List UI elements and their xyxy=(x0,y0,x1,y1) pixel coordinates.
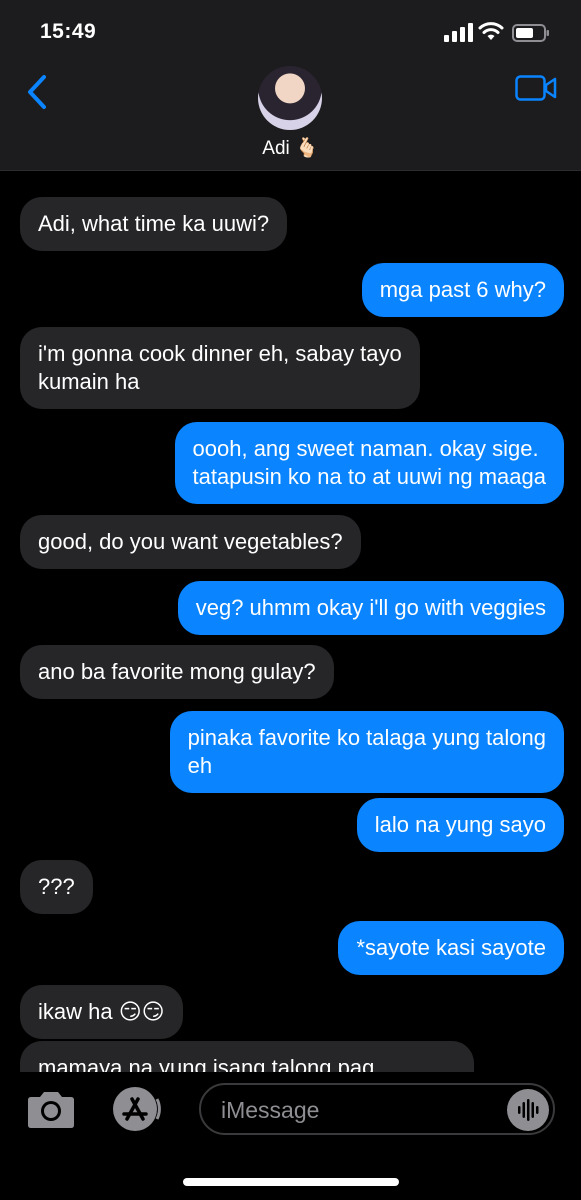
message-outgoing[interactable]: *sayote kasi sayote xyxy=(338,921,569,975)
camera-icon[interactable] xyxy=(24,1090,78,1130)
message-incoming[interactable]: good, do you want vegetables? xyxy=(15,515,361,569)
message-incoming[interactable]: Adi, what time ka uuwi? xyxy=(14,197,288,251)
message-outgoing[interactable]: lalo na yung sayo xyxy=(356,798,570,852)
contact-avatar[interactable] xyxy=(258,66,322,130)
message-incoming[interactable]: ano ba favorite mong gulay? xyxy=(15,645,334,699)
audio-message-button[interactable] xyxy=(507,1089,549,1131)
message-outgoing[interactable]: mga past 6 why? xyxy=(361,263,570,317)
imessage-field[interactable] xyxy=(199,1083,555,1135)
message-incoming[interactable]: ikaw ha 😏😏 xyxy=(15,985,183,1039)
message-incoming[interactable]: mamaya na yung isang talong pag xyxy=(20,1041,474,1072)
waveform-icon xyxy=(518,1099,539,1121)
message-incoming[interactable]: i'm gonna cook dinner eh, sabay tayo kum… xyxy=(15,327,420,409)
message-outgoing[interactable]: oooh, ang sweet naman. okay sige. tatapu… xyxy=(174,422,570,504)
message-outgoing[interactable]: pinaka favorite ko talaga yung talong eh xyxy=(169,711,570,793)
message-outgoing[interactable]: veg? uhmm okay i'll go with veggies xyxy=(177,581,570,635)
wifi-icon xyxy=(478,22,504,40)
message-thread[interactable]: Adi, what time ka uuwi? mga past 6 why? … xyxy=(0,172,581,1072)
home-indicator[interactable] xyxy=(183,1178,399,1186)
conversation-header: 15:49 Adi 🫰🏻 xyxy=(0,0,581,171)
status-bar: 15:49 xyxy=(0,0,581,60)
battery-icon xyxy=(512,24,549,42)
message-input[interactable] xyxy=(221,1095,501,1125)
status-time: 15:49 xyxy=(40,20,97,43)
back-chevron-icon[interactable] xyxy=(22,72,52,112)
cellular-signal-icon xyxy=(444,23,473,42)
message-incoming[interactable]: ??? xyxy=(15,860,93,914)
app-store-icon[interactable] xyxy=(108,1085,166,1133)
video-call-icon[interactable] xyxy=(515,75,557,101)
contact-name[interactable]: Adi 🫰🏻 xyxy=(0,136,581,160)
